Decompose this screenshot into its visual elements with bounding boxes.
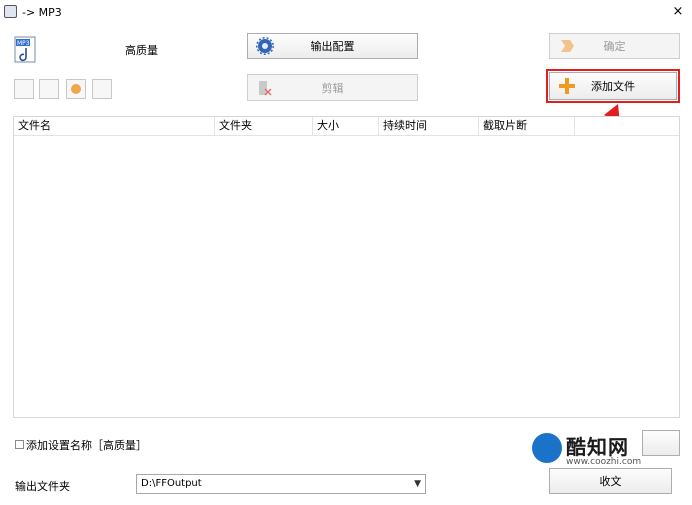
column-header-folder[interactable]: 文件夹 [215, 117, 313, 135]
trim-icon [259, 80, 272, 95]
app-icon [4, 5, 17, 18]
output-folder-label: 输出文件夹 [15, 480, 70, 493]
watermark-logo-icon [532, 433, 562, 463]
title-bar: -> MP3 × [0, 0, 692, 26]
gear-icon [256, 37, 274, 55]
play-icon [71, 84, 81, 94]
play-button[interactable] [66, 79, 86, 99]
chevron-down-icon[interactable]: ▼ [414, 475, 421, 493]
remove-file-button[interactable] [14, 79, 34, 99]
clear-list-button[interactable] [39, 79, 59, 99]
trim-label: 剪辑 [321, 81, 344, 95]
svg-text:MP3: MP3 [17, 40, 30, 47]
watermark-brand: 酷知网 [566, 435, 629, 459]
output-folder-select[interactable]: D:\FFOutput ▼ [136, 474, 426, 494]
trim-button[interactable]: 剪辑 [247, 74, 418, 101]
add-setting-name-checkbox[interactable] [15, 440, 24, 449]
file-table[interactable]: 文件名 文件夹 大小 持续时间 截取片断 [13, 116, 680, 418]
column-header-size[interactable]: 大小 [313, 117, 379, 135]
mp3-file-icon: MP3 [14, 36, 36, 63]
info-button[interactable] [92, 79, 112, 99]
table-header: 文件名 文件夹 大小 持续时间 截取片断 [14, 117, 679, 136]
confirm-label: 确定 [603, 40, 626, 53]
column-header-duration[interactable]: 持续时间 [379, 117, 479, 135]
close-icon[interactable]: × [670, 4, 686, 20]
output-config-label: 输出配置 [310, 40, 355, 53]
output-config-button[interactable]: 输出配置 [247, 33, 418, 59]
bottom-right-button[interactable]: 收文 [549, 468, 672, 494]
small-bottom-button[interactable] [642, 430, 680, 456]
column-header-filename[interactable]: 文件名 [14, 117, 215, 135]
confirm-button[interactable]: 确定 [549, 33, 680, 59]
watermark-url: www.coozhi.com [566, 457, 642, 467]
annotation-highlight [546, 69, 680, 103]
window-title: -> MP3 [22, 6, 62, 19]
bottom-right-label: 收文 [599, 475, 622, 488]
arrow-right-icon [561, 40, 574, 52]
add-setting-name-label: 添加设置名称［高质量］ [26, 439, 147, 452]
output-folder-value: D:\FFOutput [141, 478, 202, 489]
quality-label: 高质量 [125, 44, 158, 57]
column-header-clip[interactable]: 截取片断 [479, 117, 575, 135]
